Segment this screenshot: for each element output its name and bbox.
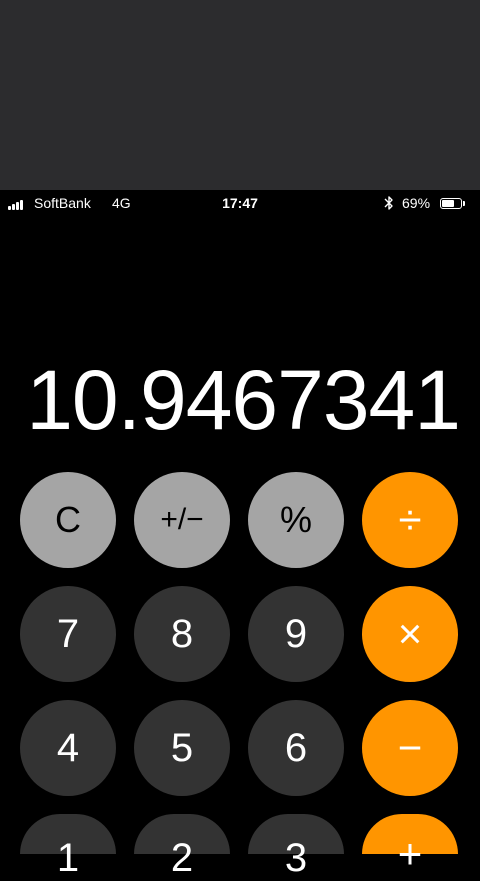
digit-5-button[interactable]: 5	[134, 700, 230, 796]
clear-button[interactable]: C	[20, 472, 116, 568]
digit-8-button[interactable]: 8	[134, 586, 230, 682]
percent-button[interactable]: %	[248, 472, 344, 568]
multiply-button[interactable]: ×	[362, 586, 458, 682]
minus-button[interactable]: −	[362, 700, 458, 796]
digit-6-button[interactable]: 6	[248, 700, 344, 796]
digit-9-button[interactable]: 9	[248, 586, 344, 682]
keypad: C +/− % ÷ 7 8 9 × 4 5 6 − 1 2 3 +	[0, 0, 480, 880]
digit-1-button[interactable]: 1	[20, 814, 116, 880]
sign-toggle-button[interactable]: +/−	[134, 472, 230, 568]
divide-button[interactable]: ÷	[362, 472, 458, 568]
digit-4-button[interactable]: 4	[20, 700, 116, 796]
digit-7-button[interactable]: 7	[20, 586, 116, 682]
plus-button[interactable]: +	[362, 814, 458, 877]
digit-2-button[interactable]: 2	[134, 814, 230, 880]
digit-3-button[interactable]: 3	[248, 814, 344, 880]
